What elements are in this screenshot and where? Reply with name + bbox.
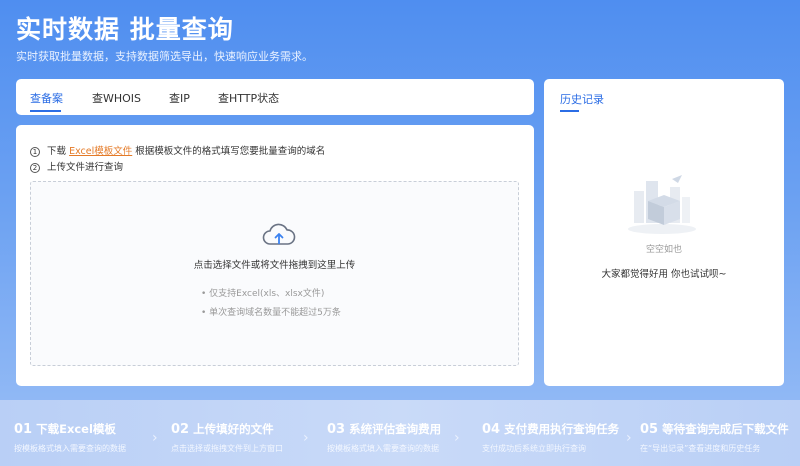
tab-ip[interactable]: 查IP (169, 90, 190, 106)
cloud-upload-icon (262, 223, 296, 245)
process-step-title: 支付费用执行查询任务 (504, 422, 620, 436)
process-step-desc: 在“导出记录”查看进度和历史任务 (640, 444, 761, 453)
process-step-desc: 按模板格式填入需要查询的数据 (14, 444, 126, 453)
process-step-number: 02 (171, 422, 190, 437)
empty-state-title: 空空如也 (645, 245, 682, 255)
tab-beian[interactable]: 查备案 (30, 90, 63, 106)
chevron-right-icon: › (626, 430, 632, 446)
empty-box-icon (628, 175, 696, 234)
step2-text: 上传文件进行查询 (47, 162, 124, 173)
instruction-step-2: 2 上传文件进行查询 (30, 159, 123, 173)
history-tab-indicator (560, 110, 579, 112)
process-step-5: 05 等待查询完成后下载文件 在“导出记录”查看进度和历史任务 (640, 421, 789, 454)
excel-template-link[interactable]: Excel模板文件 (69, 146, 132, 157)
active-tab-indicator (30, 110, 61, 112)
step-number-1: 1 (30, 147, 40, 157)
empty-state-subtitle: 大家都觉得好用 你也试试呗~ (601, 269, 727, 280)
process-step-number: 04 (482, 422, 501, 437)
process-step-2: 02 上传填好的文件 点击选择或拖拽文件到上方窗口 (171, 421, 283, 454)
process-step-title: 上传填好的文件 (193, 422, 274, 436)
process-step-number: 01 (14, 422, 33, 437)
process-step-title: 下载Excel模板 (36, 422, 116, 436)
process-step-title: 等待查询完成后下载文件 (662, 422, 789, 436)
process-step-desc: 点击选择或拖拽文件到上方窗口 (171, 444, 283, 453)
query-type-tabs: 查备案 查WHOIS 查IP 查HTTP状态 (16, 79, 534, 115)
step1-prefix: 下载 (47, 146, 67, 157)
page-subtitle: 实时获取批量数据，支持数据筛选导出，快速响应业务需求。 (16, 50, 313, 63)
tab-http-status[interactable]: 查HTTP状态 (218, 90, 279, 106)
history-title[interactable]: 历史记录 (560, 91, 604, 107)
process-step-desc: 支付成功后系统立即执行查询 (482, 444, 586, 453)
page-title: 实时数据 批量查询 (16, 15, 234, 44)
chevron-right-icon: › (454, 430, 460, 446)
file-limit-note: • 单次查询域名数量不能超过5万条 (201, 308, 341, 318)
file-dropzone[interactable]: 点击选择文件或将文件拖拽到这里上传 • 仅支持Excel(xls、xlsx文件)… (30, 181, 519, 366)
process-step-desc: 按模板格式填入需要查询的数据 (327, 444, 439, 453)
process-step-title: 系统评估查询费用 (349, 422, 442, 436)
process-step-1: 01 下载Excel模板 按模板格式填入需要查询的数据 (14, 421, 126, 454)
process-step-number: 03 (327, 422, 346, 437)
upload-panel: 1 下载 Excel模板文件 根据模板文件的格式填写您要批量查询的域名 2 上传… (16, 125, 534, 386)
dropzone-instruction: 点击选择文件或将文件拖拽到这里上传 (193, 260, 356, 271)
file-type-note: • 仅支持Excel(xls、xlsx文件) (201, 289, 325, 299)
tab-whois[interactable]: 查WHOIS (92, 90, 141, 106)
history-panel: 历史记录 空空如也 大家都觉得好用 你也试试呗~ (544, 79, 784, 386)
chevron-right-icon: › (152, 430, 158, 446)
step1-suffix: 根据模板文件的格式填写您要批量查询的域名 (135, 146, 326, 157)
instruction-step-1: 1 下载 Excel模板文件 根据模板文件的格式填写您要批量查询的域名 (30, 143, 325, 157)
process-step-4: 04 支付费用执行查询任务 支付成功后系统立即执行查询 (482, 421, 619, 454)
process-step-number: 05 (640, 422, 659, 437)
chevron-right-icon: › (303, 430, 309, 446)
process-step-3: 03 系统评估查询费用 按模板格式填入需要查询的数据 (327, 421, 441, 454)
process-steps-bar: 01 下载Excel模板 按模板格式填入需要查询的数据 › 02 上传填好的文件 点… (0, 400, 800, 466)
step-number-2: 2 (30, 163, 40, 173)
